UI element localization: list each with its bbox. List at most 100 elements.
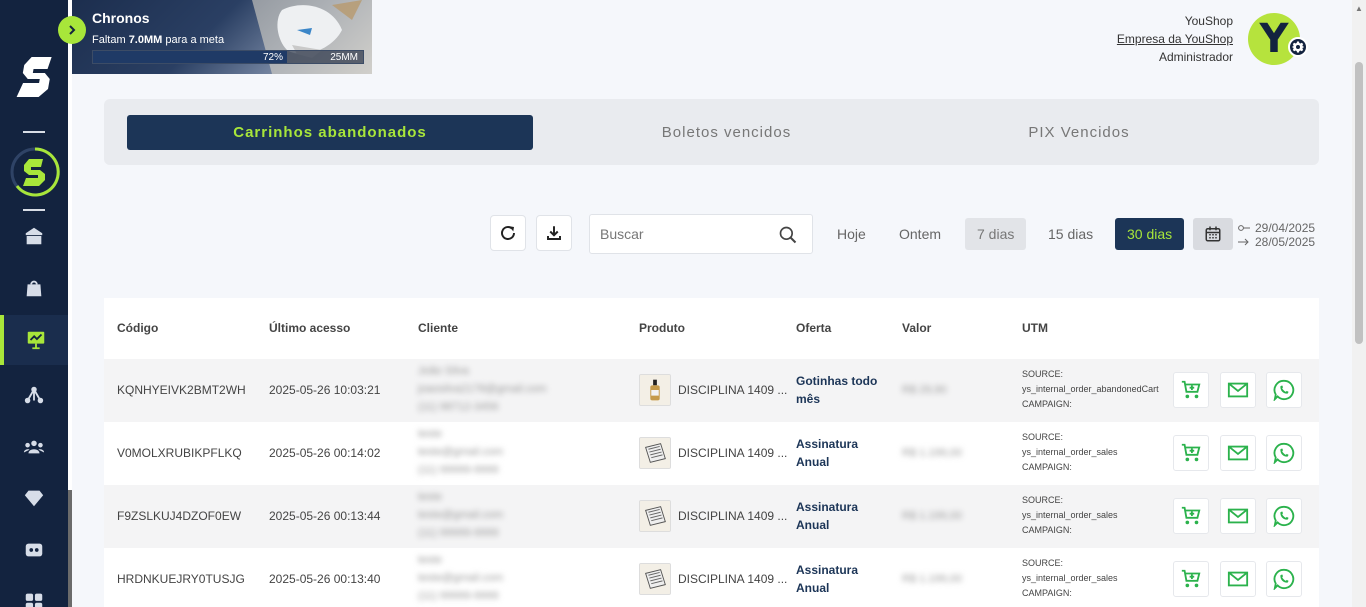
send-whatsapp-button[interactable]: [1266, 498, 1302, 534]
send-email-button[interactable]: [1220, 372, 1256, 408]
company-link[interactable]: Empresa da YouShop: [1117, 30, 1233, 48]
download-button[interactable]: [536, 215, 572, 251]
order-value: R$ 1.199,00: [902, 447, 962, 459]
utm-info: SOURCE: ys_internal_order_sales CAMPAIGN:: [1022, 432, 1118, 472]
logo-icon[interactable]: [16, 55, 52, 99]
sidebar-item-affiliates[interactable]: [0, 370, 68, 420]
recover-cart-button[interactable]: [1173, 561, 1209, 597]
product-name: DISCIPLINA 1409 ...: [678, 572, 788, 586]
sidebar-item-products[interactable]: [0, 263, 68, 313]
mail-icon: [1227, 382, 1249, 398]
table-row[interactable]: KQNHYEIVK2BMT2WH 2025-05-26 10:03:21 Joã…: [104, 359, 1319, 422]
users-icon: [23, 440, 45, 454]
order-code: V0MOLXRUBIKPFLKQ: [117, 446, 242, 460]
column-header-value[interactable]: Valor: [902, 321, 931, 335]
calendar-button[interactable]: [1193, 218, 1233, 250]
column-header-last-access[interactable]: Último acesso: [269, 321, 350, 335]
sidebar-item-store[interactable]: [0, 211, 68, 261]
product-name: DISCIPLINA 1409 ...: [678, 383, 788, 397]
last-access: 2025-05-26 10:03:21: [269, 383, 381, 397]
sidebar-item-apps[interactable]: [0, 575, 68, 607]
order-code: F9ZSLKUJ4DZOF0EW: [117, 509, 242, 523]
whatsapp-icon: [1273, 379, 1295, 401]
order-value: R$ 1.199,00: [902, 510, 962, 522]
whatsapp-icon: [1273, 568, 1295, 590]
abandoned-carts-table: Código Último acesso Cliente Produto Ofe…: [104, 298, 1319, 607]
recovery-tabs: Carrinhos abandonados Boletos vencidos P…: [104, 99, 1319, 165]
tab-abandoned-carts[interactable]: Carrinhos abandonados: [127, 115, 533, 150]
table-row[interactable]: F9ZSLKUJ4DZOF0EW 2025-05-26 00:13:44 tes…: [104, 485, 1319, 548]
sidebar-divider: [23, 131, 45, 133]
cart-icon: [1181, 380, 1201, 399]
sidebar-item-premium[interactable]: [0, 473, 68, 523]
range-today[interactable]: Hoje: [825, 218, 878, 250]
recover-cart-button[interactable]: [1173, 498, 1209, 534]
presentation-icon: [27, 331, 45, 350]
client-info: João Silva joaosilva2178@gmail.com (11) 98…: [418, 365, 547, 413]
recover-cart-button[interactable]: [1173, 435, 1209, 471]
range-yesterday[interactable]: Ontem: [887, 218, 953, 250]
utm-info: SOURCE: ys_internal_order_sales CAMPAIGN:: [1022, 495, 1118, 535]
sidebar-edge: [68, 0, 72, 607]
campaign-progress: 72% 25MM: [92, 50, 364, 64]
gear-icon: [1292, 41, 1304, 53]
column-header-code[interactable]: Código: [117, 321, 158, 335]
offer-name: Assinatura Anual: [796, 563, 859, 595]
search-input[interactable]: [600, 215, 770, 253]
product-book-thumbnail: [639, 500, 671, 532]
send-email-button[interactable]: [1220, 435, 1256, 471]
last-access: 2025-05-26 00:14:02: [269, 446, 381, 460]
tab-expired-boletos[interactable]: Boletos vencidos: [534, 115, 919, 150]
mail-icon: [1227, 508, 1249, 524]
order-code: HRDNKUEJRY0TUSJG: [117, 572, 245, 586]
cart-icon: [1181, 443, 1201, 462]
campaign-title: Chronos: [92, 10, 150, 26]
recover-cart-button[interactable]: [1173, 372, 1209, 408]
send-email-button[interactable]: [1220, 561, 1256, 597]
campaign-banner[interactable]: Chronos Faltam 7.0MM para a meta 72% 25M…: [72, 0, 372, 74]
sidebar-item-recovery[interactable]: [0, 315, 68, 365]
sidebar: [0, 0, 68, 607]
product-book-thumbnail: [639, 437, 671, 469]
send-whatsapp-button[interactable]: [1266, 561, 1302, 597]
send-email-button[interactable]: [1220, 498, 1256, 534]
sidebar-item-integrations[interactable]: [0, 525, 68, 575]
cart-icon: [1181, 506, 1201, 525]
client-info: teste teste@gmail.com (11) 99999-9999: [418, 428, 504, 476]
range-30-days[interactable]: 30 dias: [1115, 218, 1185, 250]
client-info: teste teste@gmail.com (11) 99999-9999: [418, 554, 504, 602]
column-header-client[interactable]: Cliente: [418, 321, 458, 335]
range-7-days[interactable]: 7 dias: [965, 218, 1027, 250]
product-name: DISCIPLINA 1409 ...: [678, 509, 788, 523]
diamond-icon: [24, 490, 44, 507]
campaign-remaining: 7.0MM: [128, 34, 163, 46]
refresh-button[interactable]: [490, 215, 526, 251]
last-access: 2025-05-26 00:13:44: [269, 509, 381, 523]
settings-button[interactable]: [1288, 37, 1308, 57]
brand-ring-icon[interactable]: [9, 146, 61, 198]
column-header-utm[interactable]: UTM: [1022, 321, 1048, 335]
sidebar-item-customers[interactable]: [0, 422, 68, 472]
expand-sidebar-button[interactable]: [58, 16, 86, 44]
utm-info: SOURCE: ys_internal_order_abandonedCart CA…: [1022, 369, 1159, 409]
range-15-days[interactable]: 15 dias: [1036, 218, 1105, 250]
column-header-product[interactable]: Produto: [639, 321, 685, 335]
page-scrollbar[interactable]: ▲: [1352, 0, 1366, 607]
campaign-progress-fill: [93, 51, 288, 63]
date-start: 29/04/2025: [1255, 221, 1316, 235]
send-whatsapp-button[interactable]: [1266, 435, 1302, 471]
grid-icon: [25, 593, 43, 607]
network-icon: [24, 386, 44, 404]
start-date-icon: [1238, 225, 1250, 231]
product-bottle-thumbnail: [639, 374, 671, 406]
tab-expired-pix[interactable]: PIX Vencidos: [904, 115, 1254, 150]
scroll-thumb[interactable]: [1355, 62, 1363, 344]
send-whatsapp-button[interactable]: [1266, 372, 1302, 408]
column-header-offer[interactable]: Oferta: [796, 321, 831, 335]
table-row[interactable]: HRDNKUEJRY0TUSJG 2025-05-26 00:13:40 tes…: [104, 548, 1319, 607]
scroll-up-icon[interactable]: ▲: [1355, 4, 1363, 13]
search-icon[interactable]: [778, 225, 798, 245]
table-row[interactable]: V0MOLXRUBIKPFLKQ 2025-05-26 00:14:02 tes…: [104, 422, 1319, 485]
refresh-icon: [501, 226, 515, 240]
mail-icon: [1227, 571, 1249, 587]
